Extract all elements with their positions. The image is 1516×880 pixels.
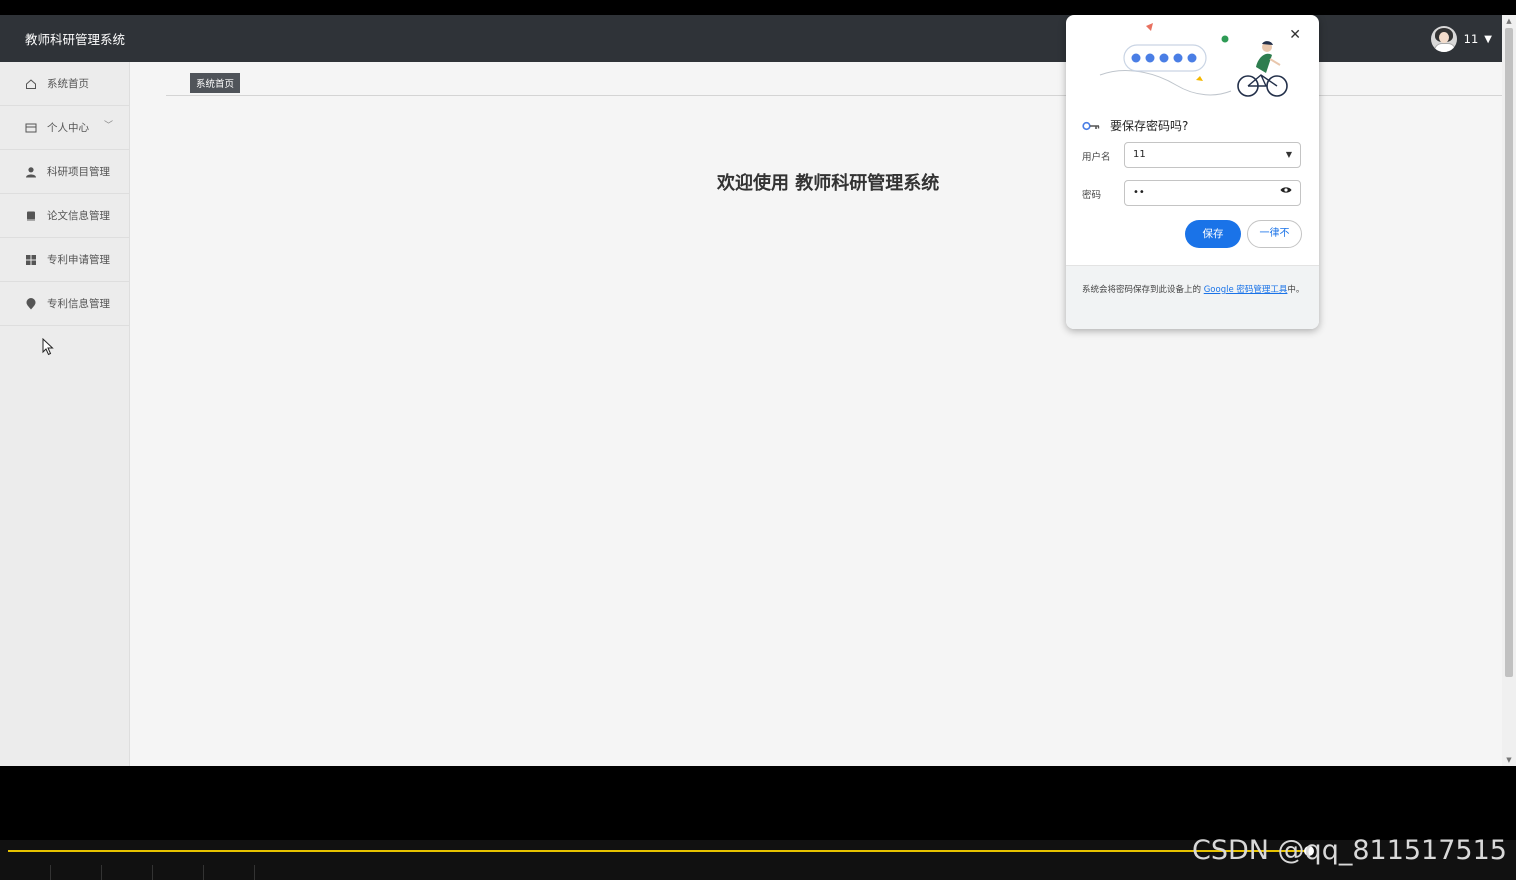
sidebar-item-label: 论文信息管理 bbox=[47, 210, 110, 222]
save-password-dialog: ✕ 要保存密码吗? 用户名 11 ▼ 密码 •• 保存 一律不 系统会将密码保存… bbox=[1066, 15, 1319, 329]
password-value: •• bbox=[1133, 187, 1145, 198]
sidebar-item-patent-applications[interactable]: 专利申请管理 bbox=[0, 238, 129, 282]
grid-icon bbox=[25, 254, 37, 266]
username-label[interactable]: 11 bbox=[1464, 32, 1479, 46]
dialog-title-row: 要保存密码吗? bbox=[1082, 117, 1188, 134]
app-title: 教师科研管理系统 bbox=[25, 32, 126, 47]
user-menu[interactable]: 11 ▼ bbox=[1430, 26, 1492, 52]
password-label: 密码 bbox=[1082, 190, 1102, 201]
player-tab[interactable] bbox=[102, 865, 153, 880]
sidebar-item-label: 科研项目管理 bbox=[47, 166, 110, 178]
sidebar-item-label: 专利申请管理 bbox=[47, 254, 110, 266]
player-tab[interactable] bbox=[51, 865, 102, 880]
id-card-icon bbox=[25, 122, 37, 134]
sidebar-item-papers[interactable]: 论文信息管理 bbox=[0, 194, 129, 238]
sidebar-item-label: 专利信息管理 bbox=[47, 298, 110, 310]
sidebar-item-label: 个人中心 bbox=[47, 122, 89, 134]
scroll-up-icon[interactable]: ▲ bbox=[1502, 15, 1516, 27]
player-tab[interactable] bbox=[153, 865, 204, 880]
sidebar-item-label: 系统首页 bbox=[47, 78, 89, 90]
username-value: 11 bbox=[1133, 149, 1146, 160]
password-manager-link[interactable]: Google 密码管理工具 bbox=[1204, 285, 1288, 295]
note-text: 系统会将密码保存到此设备上的 bbox=[1082, 285, 1202, 295]
cyclist-illustration-icon bbox=[1099, 23, 1288, 97]
player-tabs bbox=[0, 865, 255, 880]
scroll-down-icon[interactable]: ▼ bbox=[1502, 754, 1516, 766]
mouse-cursor-icon bbox=[42, 338, 54, 356]
eye-icon[interactable] bbox=[1280, 182, 1292, 206]
caret-down-icon[interactable]: ▼ bbox=[1484, 34, 1492, 45]
breadcrumb-tab-home[interactable]: 系统首页 bbox=[190, 73, 241, 93]
save-button[interactable]: 保存 bbox=[1185, 220, 1241, 248]
password-field[interactable]: •• bbox=[1124, 180, 1301, 206]
welcome-heading: 欢迎使用 教师科研管理系统 bbox=[717, 173, 940, 194]
save-note: 系统会将密码保存到此设备上的 Google 密码管理工具中。 bbox=[1082, 283, 1306, 298]
book-icon bbox=[25, 210, 37, 222]
username-select[interactable]: 11 ▼ bbox=[1124, 142, 1301, 168]
dropdown-arrow-icon[interactable]: ▼ bbox=[1286, 143, 1292, 167]
dialog-footer: 系统会将密码保存到此设备上的 Google 密码管理工具中。 bbox=[1066, 265, 1319, 329]
home-icon bbox=[25, 78, 37, 90]
user-icon bbox=[25, 166, 37, 178]
player-tab[interactable] bbox=[0, 865, 51, 880]
scroll-thumb[interactable] bbox=[1505, 28, 1513, 677]
sidebar-item-patent-info[interactable]: 专利信息管理 bbox=[0, 282, 129, 326]
sidebar-item-personal-center[interactable]: 个人中心 ﹀ bbox=[0, 106, 129, 150]
sidebar-item-research-projects[interactable]: 科研项目管理 bbox=[0, 150, 129, 194]
page-scrollbar[interactable]: ▲ ▼ bbox=[1502, 15, 1516, 766]
key-icon bbox=[1082, 121, 1100, 130]
video-progress-bar[interactable] bbox=[8, 850, 1308, 852]
avatar[interactable] bbox=[1430, 26, 1457, 52]
location-pin-icon bbox=[25, 297, 37, 310]
sidebar: 系统首页 个人中心 ﹀ 科研项目管理 论文信息管理 专利申请管理 专利信息管理 bbox=[0, 62, 130, 766]
username-label: 用户名 bbox=[1082, 152, 1111, 163]
dialog-title: 要保存密码吗? bbox=[1110, 119, 1189, 133]
close-icon[interactable]: ✕ bbox=[1289, 27, 1301, 43]
player-tab[interactable] bbox=[204, 865, 255, 880]
note-suffix: 中。 bbox=[1287, 285, 1305, 295]
sidebar-item-home[interactable]: 系统首页 bbox=[0, 62, 129, 106]
watermark: CSDN @qq_811517515 bbox=[1192, 835, 1507, 866]
never-button[interactable]: 一律不 bbox=[1247, 220, 1302, 248]
chevron-down-icon: ﹀ bbox=[103, 121, 113, 131]
